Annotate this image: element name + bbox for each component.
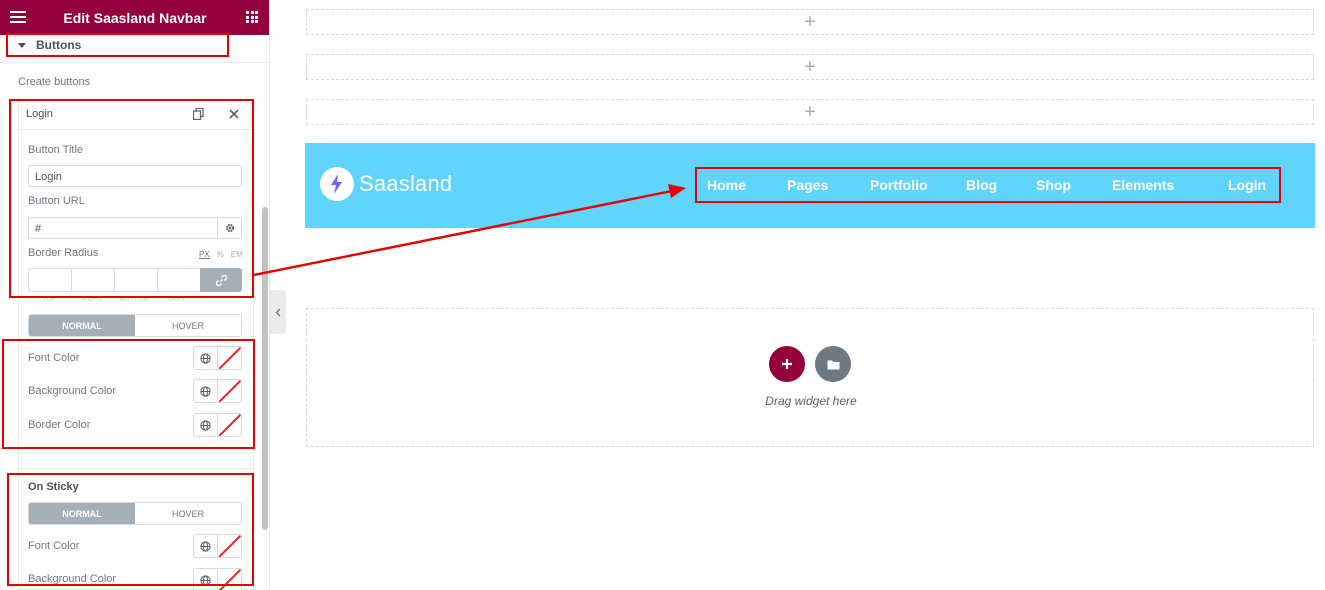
background-color-control[interactable] [193, 379, 242, 403]
logo-text: Saasland [359, 171, 453, 196]
panel-header: Edit Saasland Navbar [0, 0, 269, 35]
button-title-label: Button Title [28, 144, 84, 156]
site-logo[interactable]: Saasland [320, 167, 452, 201]
globe-icon[interactable] [194, 414, 218, 436]
divider [0, 62, 269, 63]
tab-normal[interactable]: NORMAL [29, 315, 135, 336]
panel-title: Edit Saasland Navbar [63, 10, 207, 26]
nav-item-elements[interactable]: Elements [1112, 177, 1174, 193]
chevron-left-icon [275, 308, 281, 316]
dim-label-bottom: BOTTOM [119, 296, 150, 303]
nav-item-shop[interactable]: Shop [1036, 177, 1071, 193]
radius-bottom-input[interactable] [114, 268, 157, 292]
on-sticky-heading: On Sticky [28, 481, 79, 493]
caret-down-icon [18, 42, 26, 48]
color-swatch[interactable] [217, 535, 241, 557]
repeater-item-title: Login [26, 108, 53, 120]
unit-percent[interactable]: % [217, 250, 224, 259]
globe-icon[interactable] [194, 569, 218, 590]
logo-mark-icon [320, 167, 354, 201]
sticky-background-color-control[interactable] [193, 568, 242, 590]
radius-top-input[interactable] [28, 268, 71, 292]
font-color-label: Font Color [28, 352, 80, 364]
nav-item-home[interactable]: Home [707, 177, 746, 193]
plus-icon [782, 359, 792, 369]
section-title: Buttons [36, 38, 82, 52]
add-section-row[interactable]: + [306, 99, 1314, 125]
sticky-font-color-label: Font Color [28, 540, 80, 552]
add-section-row[interactable]: + [306, 54, 1314, 80]
nav-item-pages[interactable]: Pages [787, 177, 828, 193]
create-buttons-label: Create buttons [18, 76, 91, 88]
sticky-tab-hover[interactable]: HOVER [135, 503, 241, 524]
folder-icon [827, 360, 839, 369]
sticky-state-tabs: NORMAL HOVER [28, 502, 242, 525]
font-color-control[interactable] [193, 346, 242, 370]
unit-px[interactable]: PX [199, 250, 210, 259]
dim-label-left: LEFT [168, 296, 186, 303]
color-swatch[interactable] [217, 380, 241, 402]
plus-icon: + [804, 55, 816, 78]
globe-icon[interactable] [194, 347, 218, 369]
section-toggle-buttons[interactable]: Buttons [18, 38, 81, 52]
background-color-label: Background Color [28, 385, 117, 397]
repeater-item-header[interactable]: Login [18, 100, 254, 130]
duplicate-icon[interactable] [193, 108, 204, 120]
dim-label-top: TOP [42, 296, 57, 303]
dimension-labels: TOP RIGHT BOTTOM LEFT [28, 296, 198, 303]
border-radius-label: Border Radius [28, 247, 99, 259]
collapse-panel-button[interactable] [270, 290, 286, 334]
link-icon [215, 274, 227, 286]
drag-widget-text: Drag widget here [765, 394, 857, 408]
color-swatch[interactable] [217, 569, 241, 590]
unit-em[interactable]: EM [231, 250, 243, 259]
navbar-preview[interactable]: Saasland Home Pages Portfolio Blog Shop … [305, 143, 1315, 228]
color-swatch[interactable] [217, 414, 241, 436]
nav-item-login[interactable]: Login [1228, 177, 1266, 193]
sticky-font-color-control[interactable] [193, 534, 242, 558]
sticky-background-color-label: Background Color [28, 573, 117, 585]
editor-panel: Edit Saasland Navbar Buttons Create butt… [0, 0, 270, 590]
sticky-tab-normal[interactable]: NORMAL [29, 503, 135, 524]
button-url-label: Button URL [28, 195, 85, 207]
border-radius-inputs [28, 268, 242, 292]
radius-left-input[interactable] [157, 268, 200, 292]
button-title-value: Login [35, 171, 62, 183]
state-tabs: NORMAL HOVER [28, 314, 242, 337]
plus-icon: + [804, 100, 816, 123]
nav-item-portfolio[interactable]: Portfolio [870, 177, 928, 193]
dim-label-right: RIGHT [80, 296, 103, 303]
link-values-button[interactable] [200, 268, 242, 292]
widgets-grid-icon[interactable] [246, 11, 258, 23]
color-swatch[interactable] [217, 347, 241, 369]
add-widget-button[interactable] [769, 346, 805, 382]
panel-scrollbar[interactable] [262, 207, 268, 530]
drop-zone[interactable]: Drag widget here [306, 308, 1314, 447]
radius-right-input[interactable] [71, 268, 114, 292]
tab-hover[interactable]: HOVER [135, 315, 241, 336]
nav-item-blog[interactable]: Blog [966, 177, 997, 193]
url-options-button[interactable] [217, 217, 241, 239]
button-url-value: # [35, 223, 42, 235]
gear-icon [225, 223, 234, 233]
border-color-control[interactable] [193, 413, 242, 437]
divider [18, 468, 254, 469]
add-section-row[interactable]: + [306, 9, 1314, 35]
border-color-label: Border Color [28, 419, 91, 431]
unit-switcher: PX % EM [199, 250, 243, 259]
button-url-input[interactable]: # [28, 217, 242, 239]
button-title-input[interactable]: Login [28, 165, 242, 187]
plus-icon: + [804, 10, 816, 33]
globe-icon[interactable] [194, 535, 218, 557]
globe-icon[interactable] [194, 380, 218, 402]
close-icon[interactable] [229, 109, 239, 119]
add-template-button[interactable] [815, 346, 851, 382]
